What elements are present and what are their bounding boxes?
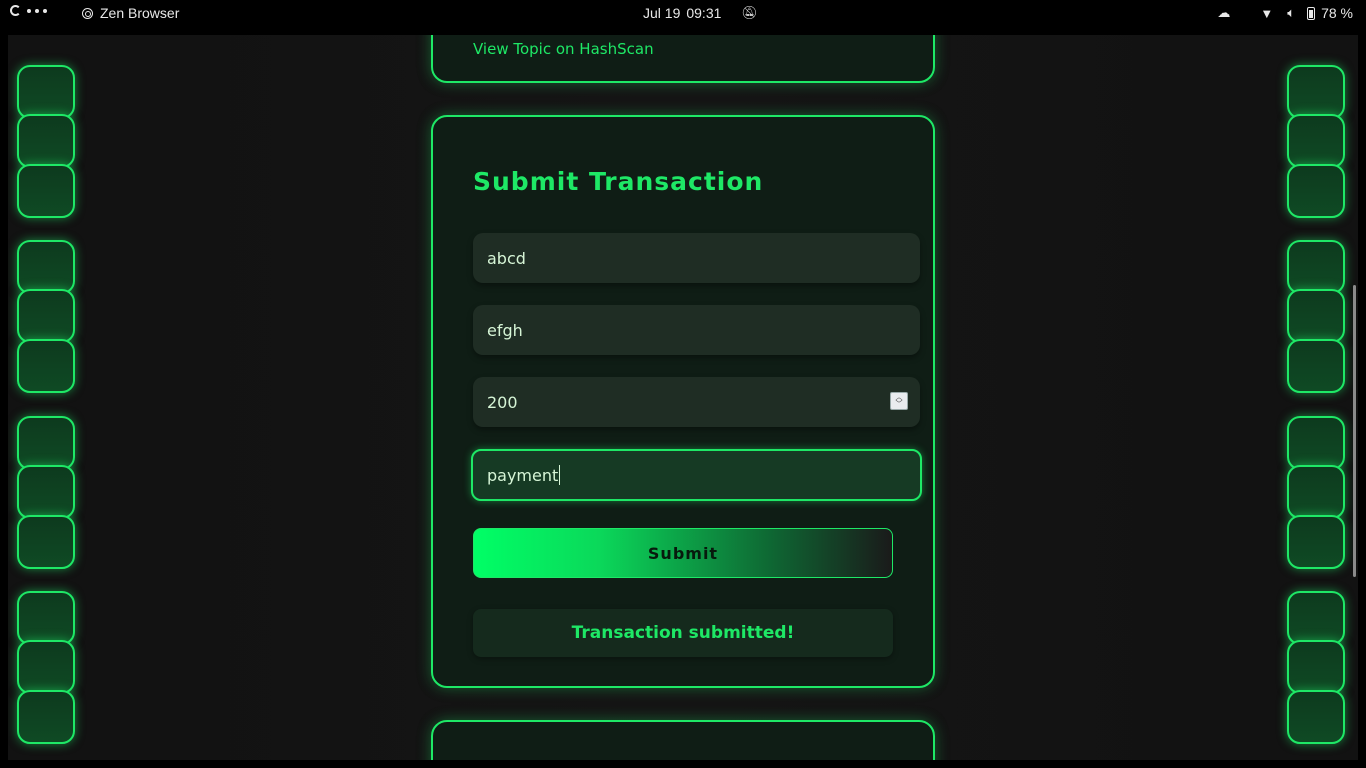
page-scrollbar[interactable]	[1353, 285, 1356, 577]
amount-number-input[interactable]: 200 ︿ ﹀	[473, 377, 920, 427]
battery-icon	[1307, 6, 1316, 20]
clock-date: Jul 19	[643, 5, 681, 21]
submit-transaction-card: Submit Transaction abcd efgh 200 ︿ ﹀ paym…	[431, 115, 935, 688]
system-tray[interactable]: ☁ ▼ 🔈︎ 78 %	[1217, 5, 1353, 21]
transaction-field-2[interactable]: efgh	[473, 305, 920, 355]
memo-input-focused[interactable]: payment	[471, 449, 922, 501]
neon-tile	[1287, 465, 1345, 519]
battery-percent: 78 %	[1321, 5, 1353, 21]
focused-app-menu[interactable]: Zen Browser	[82, 5, 179, 21]
field-value: efgh	[487, 320, 523, 340]
form-title: Submit Transaction	[473, 167, 764, 196]
activities-button[interactable]	[10, 5, 47, 16]
status-message: Transaction submitted!	[473, 609, 893, 657]
transaction-field-1[interactable]: abcd	[473, 233, 920, 283]
cloud-icon[interactable]: ☁	[1217, 5, 1230, 21]
number-spinner-icon[interactable]: ︿ ﹀	[890, 392, 908, 410]
topic-card: View Topic on HashScan	[431, 35, 935, 83]
neon-tile	[17, 465, 75, 519]
workspace-dots-icon	[27, 8, 47, 13]
neon-tile	[1287, 416, 1345, 470]
app-name: Zen Browser	[100, 5, 180, 21]
field-value: abcd	[487, 248, 526, 268]
text-caret	[559, 465, 561, 485]
neon-tile	[1287, 289, 1345, 343]
clock-button[interactable]: Jul 19 09:31 🔕︎	[643, 5, 758, 21]
neon-tile	[1287, 515, 1345, 569]
neon-tile	[1287, 690, 1345, 744]
left-decoration-column	[17, 35, 83, 760]
neon-tile	[17, 515, 75, 569]
submit-button[interactable]: Submit	[473, 528, 893, 578]
neon-tile	[17, 416, 75, 470]
neon-tile	[1287, 640, 1345, 694]
view-topic-hashscan-link[interactable]: View Topic on HashScan	[473, 40, 654, 58]
clock-time: 09:31	[686, 5, 722, 21]
neon-tile	[1287, 114, 1345, 168]
neon-tile	[17, 591, 75, 645]
neon-tile	[17, 289, 75, 343]
neon-tile	[1287, 164, 1345, 218]
neon-tile	[17, 65, 75, 119]
neon-tile	[1287, 240, 1345, 294]
bell-off-icon: 🔕︎	[741, 5, 758, 20]
neon-tile	[17, 164, 75, 218]
neon-tile	[17, 339, 75, 393]
system-top-bar: Zen Browser Jul 19 09:31 🔕︎ ☁ ▼ 🔈︎ 78 %	[0, 0, 1366, 27]
next-card	[431, 720, 935, 760]
neon-tile	[17, 640, 75, 694]
wifi-icon[interactable]: ▼	[1260, 6, 1273, 21]
right-decoration-column	[1287, 35, 1353, 760]
neon-tile	[1287, 339, 1345, 393]
neon-tile	[1287, 591, 1345, 645]
browser-viewport: View Topic on HashScan Submit Transactio…	[8, 35, 1358, 760]
neon-tile	[17, 114, 75, 168]
field-value: 200	[487, 392, 518, 412]
volume-icon[interactable]: 🔈︎	[1287, 5, 1295, 21]
neon-tile	[17, 690, 75, 744]
neon-tile	[1287, 65, 1345, 119]
field-value: payment	[487, 465, 559, 485]
neon-tile	[17, 240, 75, 294]
app-icon	[82, 7, 93, 19]
activities-icon	[10, 5, 21, 16]
